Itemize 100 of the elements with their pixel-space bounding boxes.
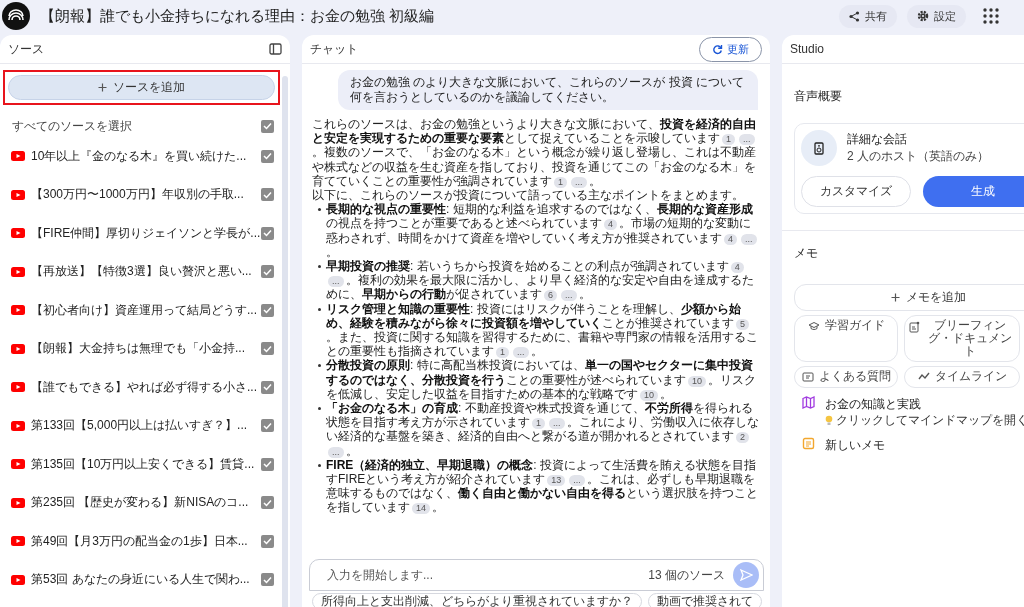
logo-icon [2,2,30,30]
source-title[interactable]: 【誰でもできる】やれば必ず得する小さ... [31,378,261,396]
citation-chip[interactable]: 10 [640,389,658,401]
citation-chip[interactable]: 1 [722,134,735,146]
citation-chip[interactable]: 5 [736,318,749,330]
citation-chip[interactable]: ... [513,347,529,359]
checkbox[interactable] [261,380,274,394]
checkbox[interactable] [261,457,274,471]
citation-chip[interactable]: ... [739,134,755,146]
refresh-button[interactable]: 更新 [699,36,762,62]
source-title[interactable]: 【FIRE仲間】厚切りジェイソンと学長が... [31,224,261,242]
video-icon [11,536,25,547]
source-count: 13 個のソース [648,566,725,584]
citation-chip[interactable]: 4 [730,262,744,274]
lightbulb-icon [825,415,833,426]
audio-title: 詳細な会話 [847,131,908,148]
apps-grid-icon[interactable] [982,7,1000,25]
panel-title: チャット [310,40,358,58]
citation-chip[interactable]: ... [549,418,565,430]
map-icon [802,396,815,409]
note-title[interactable]: お金の知識と実践 [825,396,1024,412]
checkbox[interactable] [261,496,274,510]
citation-chip[interactable]: 1 [496,347,509,359]
video-icon [11,382,25,393]
checkbox[interactable] [261,573,274,587]
source-title[interactable]: 【再放送】【特徴3選】良い贅沢と悪い... [31,263,261,281]
video-icon [11,459,25,470]
checkbox[interactable] [261,534,274,548]
chat-input[interactable]: 入力を開始します... [325,567,641,583]
checkbox[interactable] [261,419,274,433]
suggestion-chip[interactable]: 動画で推奨されて [648,593,762,607]
note-title[interactable]: 新しいメモ [825,437,885,453]
customize-button[interactable]: カスタマイズ [801,176,911,207]
settings-button[interactable]: 設定 [907,4,966,28]
citation-chip[interactable]: ... [571,176,587,188]
answer-bullet: 長期的な視点の重要性: 短期的な利益を追求するのではなく、長期的な資産形成の視点を持つことが重要であると述べられています 4 。市場の短期的な変動に惑わされず、時間をかけて資産を増やしていく考え方が推奨されています 4 ... 。 [326,202,762,260]
add-source-button[interactable]: ソースを追加 [8,75,275,100]
send-button[interactable] [733,562,759,588]
checkbox[interactable] [261,119,274,133]
bullet-icon [318,463,321,467]
citation-chip[interactable]: 13 [547,475,566,487]
video-icon [11,305,25,316]
tool-button[interactable]: 学習ガイド [794,315,898,362]
citation-chip[interactable]: ... [328,446,344,458]
citation-chip[interactable]: ... [569,475,585,487]
tool-button[interactable]: よくある質問 [794,366,898,388]
citation-chip[interactable]: 14 [412,503,430,515]
citation-chip[interactable]: 4 [604,219,617,231]
suggestion-chip[interactable]: 所得向上と支出削減、どちらがより重視されていますか？ [312,593,642,607]
source-title[interactable]: 10年以上『金のなる木』を買い続けた... [31,147,261,165]
checkbox[interactable] [261,342,274,356]
citation-chip[interactable]: 10 [688,375,706,387]
share-icon [849,10,860,22]
source-title[interactable]: 【300万円〜1000万円】年収別の手取... [31,186,261,204]
scrollbar[interactable] [282,76,288,607]
source-title[interactable]: 【朗報】大金持ちは無理でも「小金持... [31,340,261,358]
source-title[interactable]: 第133回【5,000円以上は払いすぎ？】... [31,417,261,435]
video-icon [11,420,25,431]
source-title[interactable]: 第235回 【歴史が変わる】新NISAのコ... [31,494,261,512]
source-title[interactable]: 第53回 あなたの身近にいる人生で関わ... [31,571,261,589]
source-title[interactable]: 第49回【月3万円の配当金の1歩】日本... [31,532,261,550]
panel-title: ソース [8,40,44,58]
video-icon [11,151,25,162]
video-icon [11,574,25,585]
citation-chip[interactable]: ... [328,276,344,288]
checkbox[interactable] [261,149,274,163]
citation-chip[interactable]: ... [741,233,757,245]
citation-chip[interactable]: 6 [544,290,557,302]
answer-bullet: リスク管理と知識の重要性: 投資にはリスクが伴うことを理解し、少額から始め、経験を積みながら徐々に投資額を増やしていくことが推奨されています 5 。また、投資に関する知識を習得するために、書籍や専門家の情報を活用することの重要性も指摘されています 1 ... 。 [326,301,759,359]
document-icon [909,321,920,333]
citation-chip[interactable]: 1 [554,176,567,188]
note-hint: クリックしてマインドマップを開く [836,412,1024,429]
checkbox[interactable] [261,226,274,240]
source-title[interactable]: 【初心者向け】資産運用って結局どうす... [31,301,261,319]
citation-chip[interactable]: ... [561,290,577,302]
citation-chip[interactable]: 1 [532,418,545,430]
video-icon [11,343,25,354]
add-note-button[interactable]: メモを追加 [794,284,1024,311]
checkbox[interactable] [261,265,274,279]
checkbox[interactable] [261,188,274,202]
bullet-icon [318,307,321,311]
plus-icon [98,83,107,92]
share-button[interactable]: 共有 [839,4,897,28]
chat-input-field[interactable]: 入力を開始します... 13 個のソース [309,559,764,591]
settings-icon [917,10,929,22]
tool-button[interactable]: ブリーフィング・ドキュメント [904,315,1020,362]
video-icon [11,228,25,239]
generate-button[interactable]: 生成 [923,176,1024,207]
message-icon [801,372,814,383]
panel-title: Studio [790,42,825,56]
sidebar-toggle-icon[interactable] [269,43,282,55]
bullet-icon [318,407,321,411]
source-title[interactable]: 第135回【10万円以上安くできる】賃貸... [31,455,261,473]
answer-bullet: 早期投資の推奨: 若いうちから投資を始めることの利点が強調されています 4 ... 。複利の効果を最大限に活かし、より早く経済的な安定や自由を達成するために、早期からの行動が促されています 6 ... 。 [326,259,755,302]
tool-button[interactable]: タイムライン [904,366,1020,388]
window-title: 【朗報】誰でも小金持ちになれる理由：お金の勉強 初級編 [40,6,436,26]
citation-chip[interactable]: 2 [736,432,749,444]
audio-subtitle: 2 人のホスト（英語のみ） [847,148,989,165]
citation-chip[interactable]: 4 [724,233,737,245]
checkbox[interactable] [261,303,274,317]
